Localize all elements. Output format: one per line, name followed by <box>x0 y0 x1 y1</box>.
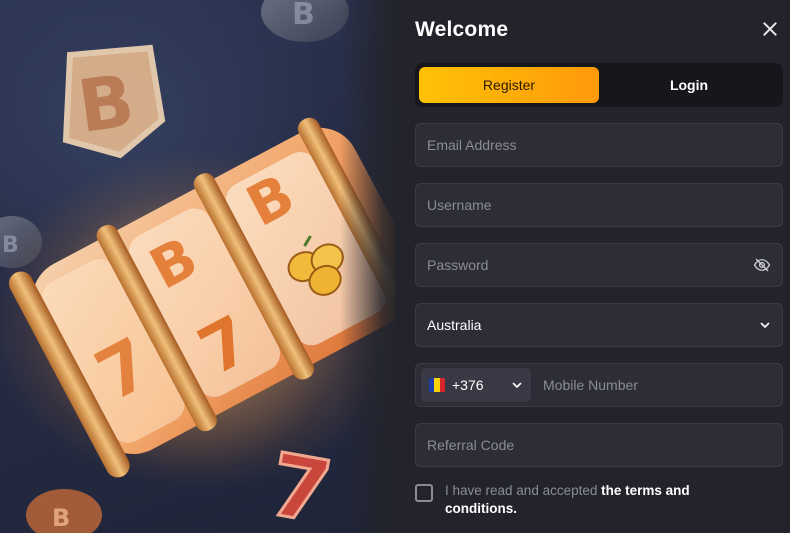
svg-text:B: B <box>52 504 70 532</box>
close-icon[interactable] <box>759 18 781 40</box>
phone-field: +376 <box>415 363 783 407</box>
terms-prefix: I have read and accepted <box>445 483 598 498</box>
svg-text:B: B <box>73 58 139 149</box>
chevron-down-icon <box>512 382 522 388</box>
dial-code-select[interactable]: +376 <box>421 368 531 402</box>
panel-title: Welcome <box>415 18 509 41</box>
mobile-number-input[interactable] <box>543 377 771 393</box>
email-field <box>415 123 783 167</box>
password-field <box>415 243 783 287</box>
referral-code-input[interactable] <box>427 437 771 453</box>
artwork-fade <box>340 0 400 533</box>
country-value: Australia <box>427 317 482 333</box>
svg-text:B: B <box>292 0 315 32</box>
coin-top: B <box>261 0 349 42</box>
dial-code-value: +376 <box>452 377 484 393</box>
auth-tabs: Register Login <box>415 63 783 107</box>
username-field <box>415 183 783 227</box>
username-input[interactable] <box>427 197 771 213</box>
terms-row: I have read and accepted the terms and c… <box>415 482 783 518</box>
chevron-down-icon <box>760 322 770 328</box>
country-select[interactable]: Australia <box>415 303 783 347</box>
eye-off-icon[interactable] <box>753 256 771 274</box>
andorra-flag-icon <box>429 378 445 392</box>
terms-text: I have read and accepted the terms and c… <box>445 482 735 518</box>
auth-panel: Welcome Register Login Australia <box>395 0 790 533</box>
email-input[interactable] <box>427 137 771 153</box>
terms-checkbox[interactable] <box>415 484 433 502</box>
tab-register[interactable]: Register <box>419 67 599 103</box>
referral-field <box>415 423 783 467</box>
tab-login[interactable]: Login <box>599 67 779 103</box>
coin-bottom: B <box>26 489 102 533</box>
floating-b-tile: B <box>62 44 166 159</box>
password-input[interactable] <box>427 257 753 273</box>
hero-artwork: B B B B 7 B 7 B 7 <box>0 0 400 533</box>
